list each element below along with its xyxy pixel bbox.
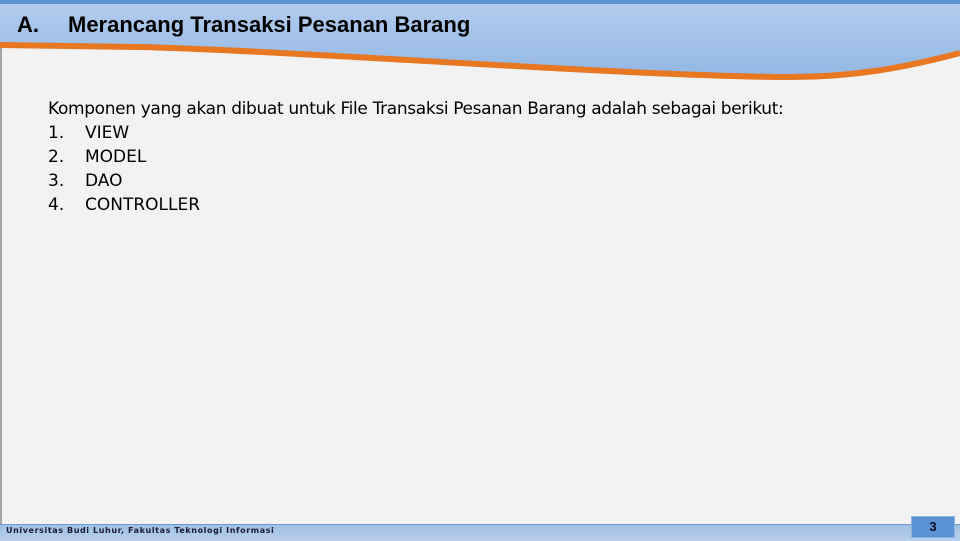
- list-item: 2. MODEL: [48, 145, 928, 169]
- slide: A. Merancang Transaksi Pesanan Barang Ko…: [0, 0, 960, 541]
- list-item-label: CONTROLLER: [85, 195, 201, 215]
- list-item-number: 2.: [48, 147, 65, 167]
- intro-text: Komponen yang akan dibuat untuk File Tra…: [48, 99, 784, 119]
- footer-institution: Universitas Budi Luhur, Fakultas Teknolo…: [6, 526, 275, 535]
- content-body: Komponen yang akan dibuat untuk File Tra…: [48, 97, 928, 217]
- slide-title: Merancang Transaksi Pesanan Barang: [68, 12, 471, 37]
- list-item-label: DAO: [85, 171, 123, 191]
- section-letter: A.: [17, 12, 39, 37]
- component-list: 1. VIEW 2. MODEL 3. DAO 4. CONTROLLER: [48, 121, 928, 217]
- list-item-number: 4.: [48, 195, 65, 215]
- footer-bar: Universitas Budi Luhur, Fakultas Teknolo…: [0, 524, 960, 541]
- list-item-number: 1.: [48, 123, 65, 143]
- header-top-strip: [0, 0, 960, 4]
- list-item: 3. DAO: [48, 169, 928, 193]
- list-item-label: VIEW: [85, 123, 130, 143]
- list-item: 1. VIEW: [48, 121, 928, 145]
- list-item-label: MODEL: [85, 147, 147, 167]
- page-number-badge: 3: [911, 516, 955, 538]
- list-item-number: 3.: [48, 171, 65, 191]
- list-item: 4. CONTROLLER: [48, 193, 928, 217]
